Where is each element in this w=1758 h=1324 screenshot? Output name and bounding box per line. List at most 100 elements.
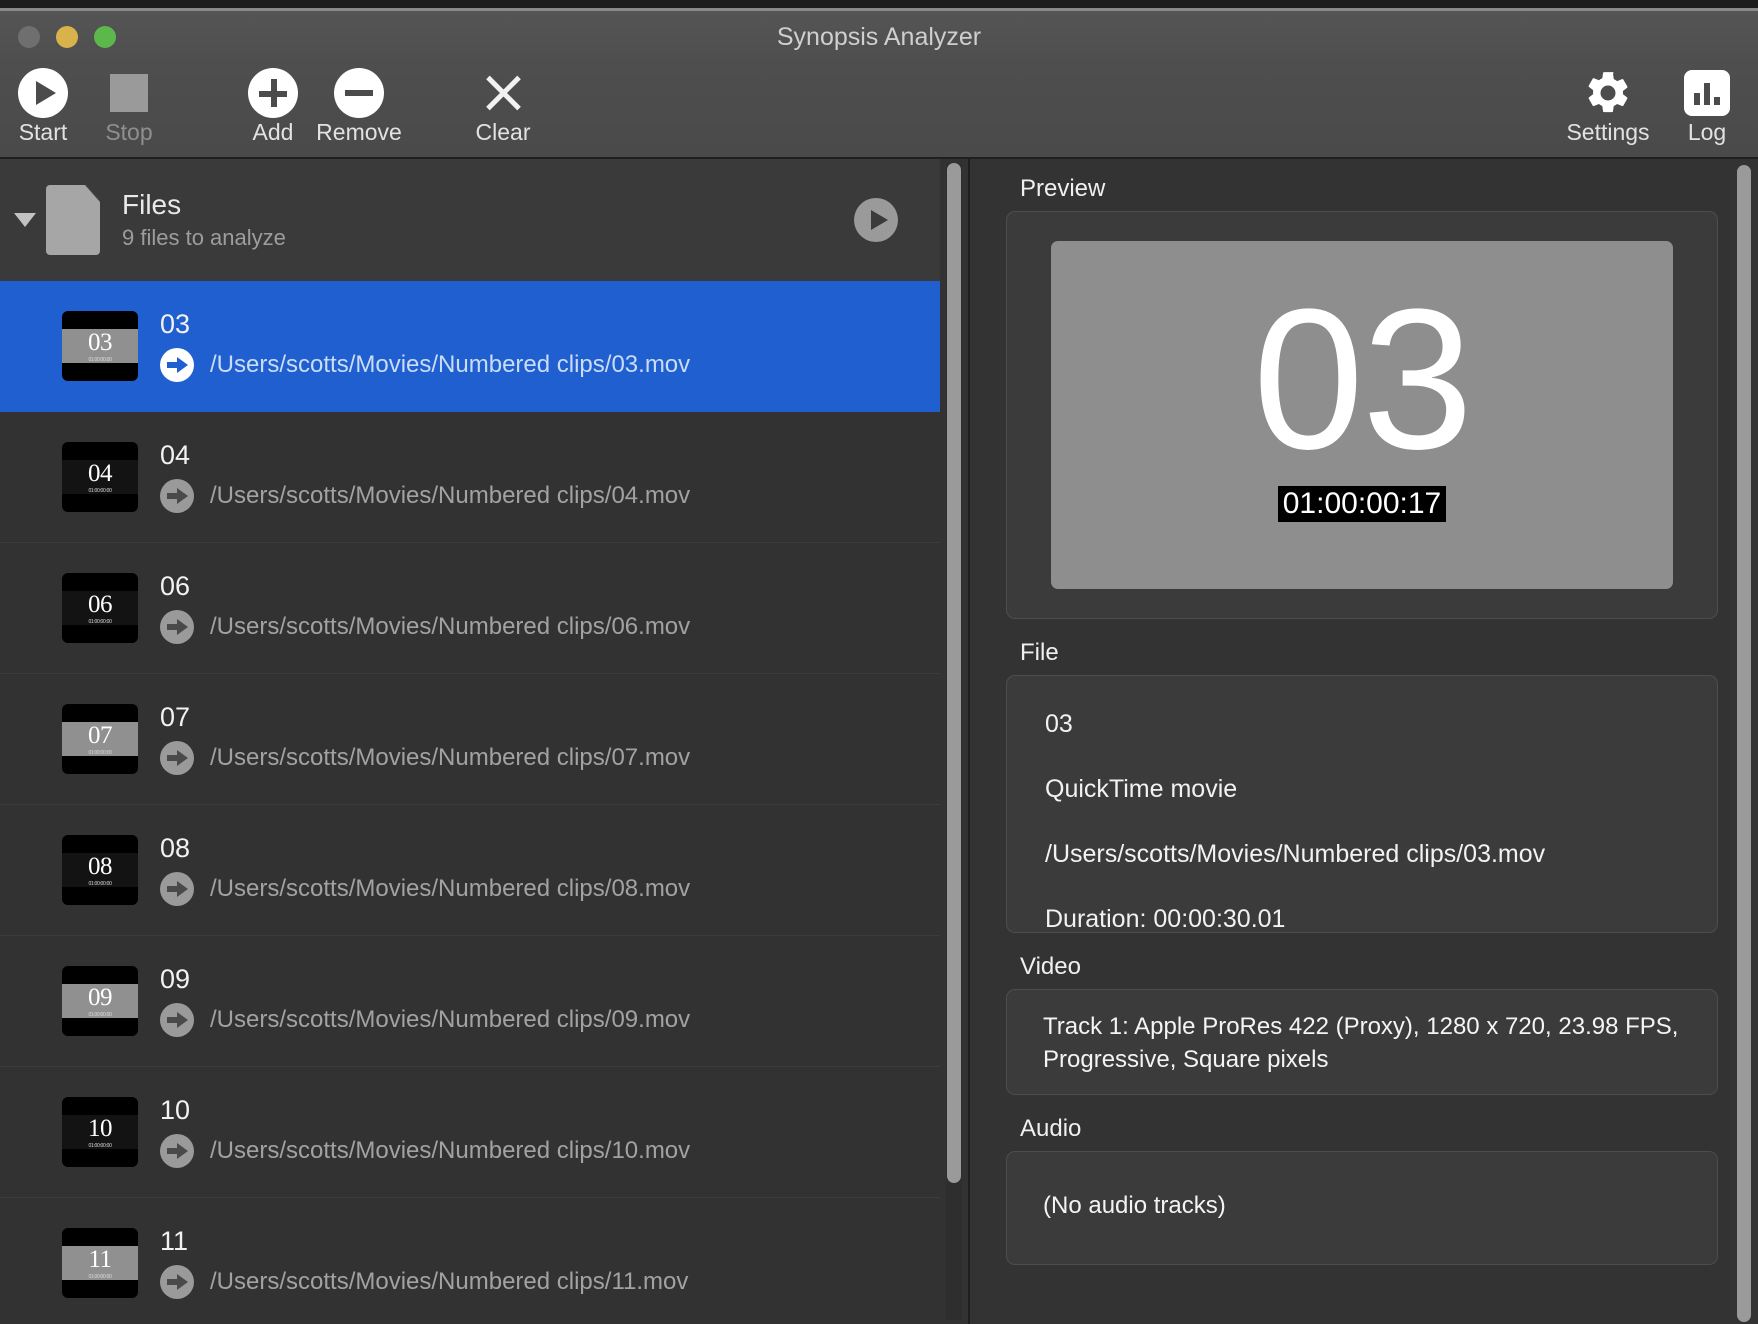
file-duration: Duration: 00:00:30.01 xyxy=(1045,905,1286,933)
file-thumbnail: 06 01:00:00:00 xyxy=(62,573,138,643)
file-row-name: 06 xyxy=(160,571,191,602)
files-group-header[interactable]: Files 9 files to analyze xyxy=(0,159,940,281)
file-row-name: 04 xyxy=(160,440,191,471)
file-row-path: /Users/scotts/Movies/Numbered clips/03.m… xyxy=(210,350,691,378)
files-group-text: Files 9 files to analyze xyxy=(122,189,286,251)
spacer-file-video xyxy=(1006,933,1718,951)
table-row[interactable]: 08 01:00:00:00 08/Users/scotts/Movies/Numb… xyxy=(0,805,940,936)
clear-button-label: Clear xyxy=(475,119,531,145)
file-row-text: 10/Users/scotts/Movies/Numbered clips/10… xyxy=(160,1095,690,1168)
file-row-path: /Users/scotts/Movies/Numbered clips/09.m… xyxy=(210,1005,691,1033)
stop-button[interactable]: Stop xyxy=(86,63,172,144)
window-title: Synopsis Analyzer xyxy=(776,23,982,51)
table-row[interactable]: 10 01:00:00:00 10/Users/scotts/Movies/Numb… xyxy=(0,1067,940,1198)
file-thumbnail: 08 01:00:00:00 xyxy=(62,835,138,905)
file-thumbnail-label: 07 xyxy=(88,721,113,749)
arrow-right-icon[interactable] xyxy=(160,740,194,775)
add-button[interactable]: Add xyxy=(230,63,316,144)
file-row-name: 08 xyxy=(160,833,191,864)
file-row-name: 10 xyxy=(160,1095,191,1126)
video-panel: Track 1: Apple ProRes 422 (Proxy), 1280 … xyxy=(1006,989,1718,1095)
file-thumbnail-label: 06 xyxy=(88,590,113,618)
file-row-text: 09/Users/scotts/Movies/Numbered clips/09… xyxy=(160,964,691,1037)
inspector-scrollbar[interactable] xyxy=(1736,165,1752,1324)
clear-button[interactable]: Clear xyxy=(460,63,546,144)
file-row-name: 11 xyxy=(160,1226,189,1257)
group-play-icon[interactable] xyxy=(854,198,898,242)
audio-track-info: (No audio tracks) xyxy=(1043,1192,1226,1219)
add-button-label: Add xyxy=(252,119,294,145)
file-row-text: 11/Users/scotts/Movies/Numbered clips/11… xyxy=(160,1226,689,1299)
arrow-right-icon[interactable] xyxy=(160,1264,194,1299)
stop-button-label: Stop xyxy=(105,119,153,145)
table-row[interactable]: 11 01:00:00:00 11/Users/scotts/Movies/Numb… xyxy=(0,1198,940,1324)
file-thumbnail: 10 01:00:00:00 xyxy=(62,1097,138,1167)
arrow-right-icon[interactable] xyxy=(160,478,194,513)
start-button[interactable]: Start xyxy=(0,63,86,144)
files-group-subtitle: 9 files to analyze xyxy=(122,225,286,251)
file-row-path-line: /Users/scotts/Movies/Numbered clips/04.m… xyxy=(160,478,690,513)
file-thumbnail-timecode: 01:00:00:00 xyxy=(88,749,112,756)
file-list[interactable]: Files 9 files to analyze 03 01:00:00:00 03… xyxy=(0,159,940,1324)
file-row-path-line: /Users/scotts/Movies/Numbered clips/08.m… xyxy=(160,871,690,906)
arrow-right-icon[interactable] xyxy=(160,1002,194,1037)
settings-button[interactable]: Settings xyxy=(1552,63,1664,144)
file-row-text: 08/Users/scotts/Movies/Numbered clips/08… xyxy=(160,833,690,906)
start-button-label: Start xyxy=(18,119,68,145)
arrow-right-icon[interactable] xyxy=(160,347,194,382)
table-row[interactable]: 03 01:00:00:00 03/Users/scotts/Movies/Numb… xyxy=(0,281,940,412)
file-row-path: /Users/scotts/Movies/Numbered clips/06.m… xyxy=(210,612,691,640)
preview-frame-number: 03 xyxy=(1252,268,1473,491)
arrow-right-icon[interactable] xyxy=(160,871,194,906)
file-row-path: /Users/scotts/Movies/Numbered clips/11.m… xyxy=(210,1267,689,1295)
file-row-path-line: /Users/scotts/Movies/Numbered clips/09.m… xyxy=(160,1002,691,1037)
file-row-path-line: /Users/scotts/Movies/Numbered clips/03.m… xyxy=(160,347,691,382)
preview-section-label: Preview xyxy=(1020,175,1106,202)
audio-panel: (No audio tracks) xyxy=(1006,1151,1718,1265)
file-section-label: File xyxy=(1020,639,1059,666)
file-row-path-line: /Users/scotts/Movies/Numbered clips/07.m… xyxy=(160,740,690,775)
inspector-scrollbar-thumb[interactable] xyxy=(1737,165,1751,1322)
toolbar: Start Stop Add Remove Clear Settings Log xyxy=(0,63,1758,159)
file-list-scrollbar-thumb[interactable] xyxy=(947,163,961,1183)
plus-icon xyxy=(248,67,298,119)
chevron-down-icon[interactable] xyxy=(8,213,42,227)
file-thumbnail-timecode: 01:00:00:00 xyxy=(88,880,112,887)
file-thumbnail: 11 01:00:00:00 xyxy=(62,1228,138,1298)
file-thumbnail: 09 01:00:00:00 xyxy=(62,966,138,1036)
file-thumbnail: 04 01:00:00:00 xyxy=(62,442,138,512)
preview-timecode: 01:00:00:17 xyxy=(1277,486,1447,522)
table-row[interactable]: 06 01:00:00:00 06/Users/scotts/Movies/Numb… xyxy=(0,543,940,674)
files-group-title: Files xyxy=(122,188,182,220)
table-row[interactable]: 09 01:00:00:00 09/Users/scotts/Movies/Numb… xyxy=(0,936,940,1067)
close-icon xyxy=(478,67,528,119)
arrow-right-icon[interactable] xyxy=(160,1133,194,1168)
table-row[interactable]: 07 01:00:00:00 07/Users/scotts/Movies/Numb… xyxy=(0,674,940,805)
minus-icon xyxy=(334,67,384,119)
table-row[interactable]: 04 01:00:00:00 04/Users/scotts/Movies/Numb… xyxy=(0,412,940,543)
remove-button[interactable]: Remove xyxy=(316,63,402,144)
file-thumbnail-timecode: 01:00:00:00 xyxy=(88,487,112,494)
file-row-text: 06/Users/scotts/Movies/Numbered clips/06… xyxy=(160,571,691,644)
file-row-path-line: /Users/scotts/Movies/Numbered clips/06.m… xyxy=(160,609,691,644)
log-button-label: Log xyxy=(1687,119,1727,145)
file-row-path-line: /Users/scotts/Movies/Numbered clips/10.m… xyxy=(160,1133,690,1168)
app-window: Synopsis Analyzer Start Stop Add Remove xyxy=(0,8,1758,1324)
spacer-preview-file xyxy=(1006,619,1718,637)
file-thumbnail-timecode: 01:00:00:00 xyxy=(88,618,112,625)
file-row-name: 09 xyxy=(160,964,191,995)
file-row-text: 07/Users/scotts/Movies/Numbered clips/07… xyxy=(160,702,690,775)
log-button[interactable]: Log xyxy=(1664,63,1750,144)
file-panel: 03 QuickTime movie /Users/scotts/Movies/… xyxy=(1006,675,1718,933)
arrow-right-icon[interactable] xyxy=(160,609,194,644)
preview-panel: 03 01:00:00:17 xyxy=(1006,211,1718,619)
toolbar-right-group: Settings Log xyxy=(1552,63,1758,144)
file-thumbnail-timecode: 01:00:00:00 xyxy=(88,1273,112,1280)
bar-chart-icon xyxy=(1684,67,1730,119)
transport-group: Start Stop xyxy=(0,63,172,144)
file-thumbnail-label: 11 xyxy=(88,1245,112,1273)
file-name: 03 xyxy=(1045,710,1073,738)
preview-frame: 03 01:00:00:17 xyxy=(1051,241,1673,589)
file-list-scrollbar[interactable] xyxy=(946,163,962,1320)
spacer-video-audio xyxy=(1006,1095,1718,1113)
